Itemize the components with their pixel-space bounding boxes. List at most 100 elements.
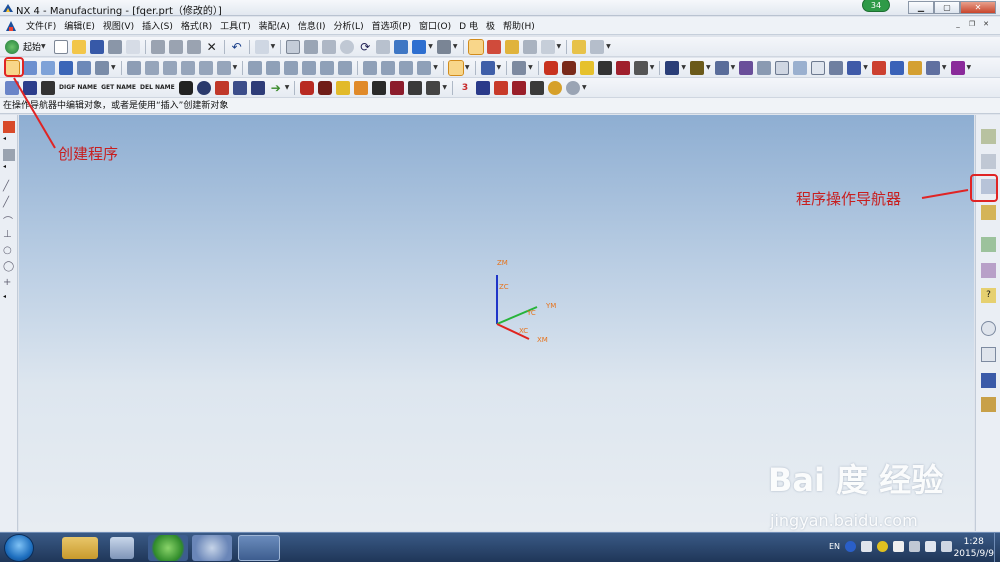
help-tray-icon[interactable] xyxy=(845,541,856,552)
arc-tool-icon[interactable]: ⌒ xyxy=(3,213,15,228)
fit-view-icon[interactable] xyxy=(286,39,301,54)
grid-icon[interactable] xyxy=(714,60,729,75)
extra-icon[interactable] xyxy=(950,60,965,75)
replay-path-icon[interactable] xyxy=(266,60,281,75)
digf-name-label[interactable]: DIGF NAME xyxy=(59,84,97,91)
line-tool-2-icon[interactable]: ╱ xyxy=(3,197,15,209)
volume-tray-icon[interactable] xyxy=(941,541,952,552)
history-icon[interactable] xyxy=(981,205,996,220)
verify-path-icon[interactable] xyxy=(302,60,317,75)
windows-start-icon[interactable] xyxy=(4,534,34,562)
rotate-icon[interactable]: ⟳ xyxy=(358,40,372,54)
point-tool-icon[interactable]: ⊥ xyxy=(3,229,15,241)
op-edit-icon[interactable] xyxy=(126,60,141,75)
mill-icon[interactable] xyxy=(23,80,37,95)
menu-assemblies[interactable]: 装配(A) xyxy=(255,19,294,32)
open-folder-icon[interactable] xyxy=(71,39,86,54)
op-copy-icon[interactable] xyxy=(162,60,177,75)
start-button[interactable]: 起始 ▼ xyxy=(3,39,48,54)
explorer-task-icon[interactable] xyxy=(62,537,98,559)
solid-mixed-icon[interactable] xyxy=(615,60,630,75)
zoom-window-icon[interactable] xyxy=(304,39,319,54)
del-name-label[interactable]: DEL NAME xyxy=(140,84,175,91)
create-method-icon[interactable] xyxy=(59,60,73,75)
nx-app-icon[interactable] xyxy=(2,2,14,14)
ops-list-icon[interactable] xyxy=(480,60,495,75)
render-black-icon[interactable] xyxy=(372,80,387,95)
layer-icon[interactable] xyxy=(665,60,680,75)
create-geometry-icon[interactable] xyxy=(41,60,55,75)
assembly-navigator-icon[interactable] xyxy=(981,129,996,144)
menu-tools[interactable]: 工具(T) xyxy=(216,19,255,32)
pan-icon[interactable] xyxy=(376,39,391,54)
drawing-icon[interactable] xyxy=(889,60,904,75)
mail-icon[interactable] xyxy=(125,39,140,54)
slice-icon[interactable] xyxy=(494,80,508,95)
3d-icon[interactable]: 3 xyxy=(458,81,472,95)
device-tray-icon[interactable] xyxy=(909,541,920,552)
calculator-task-icon[interactable] xyxy=(110,537,134,559)
group-icon[interactable] xyxy=(530,80,544,95)
menu-d[interactable]: D 电 xyxy=(455,19,482,32)
menu-ji[interactable]: 极 xyxy=(482,19,499,32)
sketch-curve-icon[interactable] xyxy=(3,149,15,161)
point-icon[interactable] xyxy=(739,60,754,75)
part-icon[interactable] xyxy=(871,60,886,75)
solid-shape-icon[interactable] xyxy=(633,60,648,75)
web-browser-icon[interactable] xyxy=(981,237,996,252)
network-tray-icon[interactable] xyxy=(925,541,936,552)
expand-icon[interactable]: ◂ xyxy=(3,293,15,305)
create-operation-icon[interactable] xyxy=(77,60,91,75)
color-icon[interactable] xyxy=(690,60,704,75)
nx-task-icon[interactable] xyxy=(238,535,280,561)
doc-restore-icon[interactable]: ❐ xyxy=(966,19,978,30)
snap-point-icon[interactable] xyxy=(467,38,484,55)
solid-dark-icon[interactable] xyxy=(561,60,576,75)
snap-mid-icon[interactable] xyxy=(504,39,519,54)
render-gold-icon[interactable] xyxy=(336,80,351,95)
create-extra-icon[interactable] xyxy=(95,60,109,75)
cross-tool-icon[interactable]: + xyxy=(3,277,15,289)
menu-help[interactable]: 帮助(H) xyxy=(499,19,539,32)
assembly-icon[interactable] xyxy=(847,60,862,75)
snap-end-icon[interactable] xyxy=(486,39,501,54)
render-orange-icon[interactable] xyxy=(354,80,369,95)
zoom-icon[interactable] xyxy=(322,39,337,54)
measure-icon[interactable] xyxy=(572,39,587,54)
snap-center-icon[interactable] xyxy=(522,39,537,54)
postprocess-icon[interactable] xyxy=(320,60,335,75)
new-file-icon[interactable] xyxy=(53,39,68,54)
solid-yellow-icon[interactable] xyxy=(579,60,594,75)
language-indicator[interactable]: EN xyxy=(829,542,840,551)
tray-clock[interactable]: 1:28 2015/9/9 xyxy=(954,536,994,560)
path-display-icon[interactable] xyxy=(363,60,378,75)
menu-view[interactable]: 视图(V) xyxy=(99,19,138,32)
paste-icon[interactable] xyxy=(186,39,201,54)
snap-grid-icon[interactable] xyxy=(3,121,15,133)
solid-black-icon[interactable] xyxy=(597,60,612,75)
step-icon[interactable] xyxy=(512,80,526,95)
menu-file[interactable]: 文件(F) xyxy=(22,19,60,32)
menu-information[interactable]: 信息(I) xyxy=(294,19,330,32)
line-icon[interactable] xyxy=(757,60,772,75)
rotate-3d-icon[interactable] xyxy=(476,80,490,95)
image-icon[interactable] xyxy=(793,60,808,75)
save-icon[interactable] xyxy=(89,39,104,54)
shop-doc-icon[interactable] xyxy=(338,60,353,75)
close-icon[interactable]: ✕ xyxy=(960,1,996,14)
system-icon[interactable] xyxy=(981,397,996,412)
doc-minimize-icon[interactable]: _ xyxy=(952,19,964,30)
render-dark-icon[interactable] xyxy=(318,80,333,95)
circle-tool-2-icon[interactable]: ◯ xyxy=(3,261,15,273)
circle-tool-icon[interactable]: ○ xyxy=(3,245,15,257)
navigator-view-icon[interactable] xyxy=(447,59,464,76)
expand-icon[interactable]: ◂ xyxy=(3,135,15,147)
render-shape-icon[interactable] xyxy=(408,80,423,95)
selection-icon[interactable] xyxy=(254,39,269,54)
eye-icon[interactable] xyxy=(196,80,211,95)
menu-window[interactable]: 窗口(O) xyxy=(415,19,455,32)
cut-icon[interactable] xyxy=(150,39,165,54)
snap-more-icon[interactable] xyxy=(540,39,555,54)
render-solid-icon[interactable] xyxy=(426,80,441,95)
clock-history-icon[interactable] xyxy=(981,321,996,336)
